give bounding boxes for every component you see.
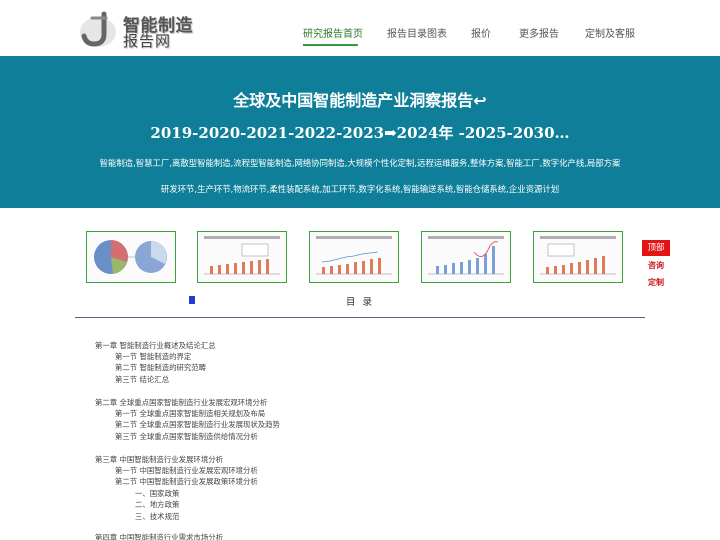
toc-subsection[interactable]: 二、地方政策 bbox=[135, 499, 179, 510]
site-header: 智能制造 报告网 研究报告首页 报告目录图表 报价 更多报告 定制及客服 bbox=[0, 0, 720, 56]
back-to-top-button[interactable]: 顶部 bbox=[642, 240, 670, 256]
toc-section[interactable]: 第二节 全球重点国家智能制造行业发展现状及趋势 bbox=[115, 419, 280, 430]
nav-custom-service[interactable]: 定制及客服 bbox=[585, 25, 635, 40]
chart-thumbnail-bar-1[interactable] bbox=[197, 231, 287, 283]
toc-section[interactable]: 第一节 全球重点国家智能制造相关规划及布局 bbox=[115, 408, 265, 419]
logo-subtitle: 报告网 bbox=[123, 32, 172, 50]
bar-chart-preview bbox=[540, 236, 616, 275]
toc-chapter[interactable]: 第四章 中国智能制造行业需求市场分析 bbox=[95, 532, 223, 540]
custom-link[interactable]: 定制 bbox=[642, 277, 670, 288]
toc-chapter[interactable]: 第一章 智能制造行业概述及结论汇总 bbox=[95, 340, 216, 351]
chart-thumbnail-bar-3[interactable] bbox=[421, 231, 511, 283]
nav-price[interactable]: 报价 bbox=[471, 25, 491, 40]
report-title: 全球及中国智能制造产业洞察报告↩ bbox=[233, 91, 487, 110]
keywords-line-2: 研发环节,生产环节,物流环节,柔性装配系统,加工环节,数字化系统,智能输送系统,… bbox=[160, 184, 560, 194]
site-logo[interactable]: 智能制造 报告网 bbox=[78, 10, 193, 50]
toc-chapter[interactable]: 第二章 全球重点国家智能制造行业发展宏观环境分析 bbox=[95, 397, 267, 408]
nav-toc-charts[interactable]: 报告目录图表 bbox=[387, 25, 447, 40]
toc-subsection[interactable]: 三、技术规范 bbox=[135, 511, 179, 522]
nav-active-underline bbox=[303, 44, 358, 46]
chart-thumbnail-pie[interactable] bbox=[86, 231, 176, 283]
toc-section[interactable]: 第一节 智能制造的界定 bbox=[115, 351, 191, 362]
toc-section[interactable]: 第一节 中国智能制造行业发展宏观环境分析 bbox=[115, 465, 258, 476]
consult-link[interactable]: 咨询 bbox=[642, 260, 670, 271]
toc-section[interactable]: 第二节 中国智能制造行业发展政策环境分析 bbox=[115, 476, 258, 487]
bar-chart-preview bbox=[428, 236, 504, 275]
logo-hook-icon bbox=[80, 11, 116, 47]
toc-chapter[interactable]: 第三章 中国智能制造行业发展环境分析 bbox=[95, 454, 223, 465]
toc-section[interactable]: 第三节 全球重点国家智能制造供给情况分析 bbox=[115, 431, 258, 442]
nav-more-reports[interactable]: 更多报告 bbox=[519, 25, 559, 40]
chart-thumbnail-bar-4[interactable] bbox=[533, 231, 623, 283]
toc-section[interactable]: 第二节 智能制造的研究范畴 bbox=[115, 362, 206, 373]
chart-thumbnail-bar-2[interactable] bbox=[309, 231, 399, 283]
report-years: 2019-2020-2021-2022-2023➡2024年 -2025-203… bbox=[150, 124, 570, 142]
pie-chart-preview bbox=[94, 240, 167, 274]
keywords-line-1: 智能制造,智慧工厂,离散型智能制造,流程型智能制造,网络协同制造,大规模个性化定… bbox=[99, 158, 621, 168]
bar-chart-preview bbox=[204, 236, 280, 275]
toc-divider bbox=[75, 317, 645, 318]
toc-section[interactable]: 第三节 结论汇总 bbox=[115, 374, 169, 385]
toc-title: 目 录 bbox=[345, 297, 375, 308]
nav-home[interactable]: 研究报告首页 bbox=[303, 25, 363, 40]
bar-chart-preview bbox=[316, 236, 392, 275]
hero-banner: 全球及中国智能制造产业洞察报告↩ 2019-2020-2021-2022-202… bbox=[0, 56, 720, 208]
toc-subsection[interactable]: 一、国家政策 bbox=[135, 488, 179, 499]
